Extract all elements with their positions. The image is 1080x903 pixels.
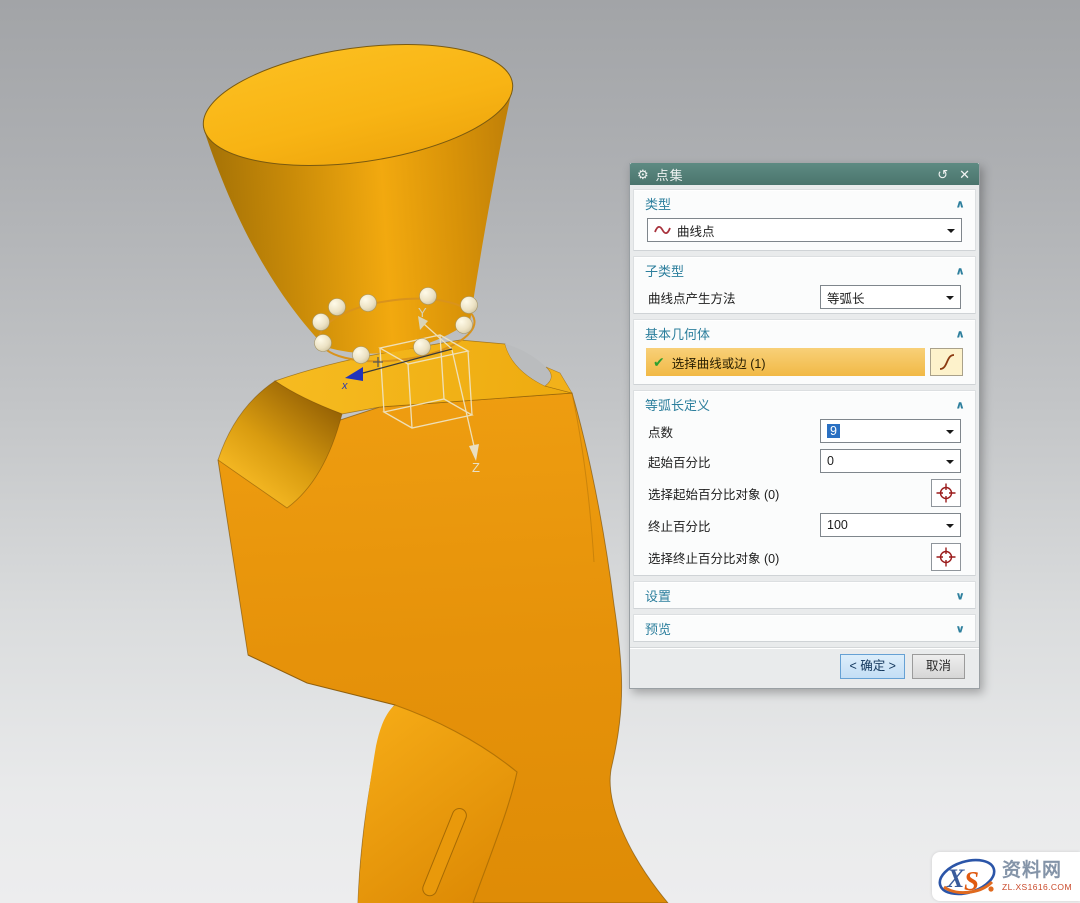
select-curve-or-edge-field[interactable]: ✔ 选择曲线或边 (1) xyxy=(646,348,925,376)
section-preview: 预览 ∨ xyxy=(633,614,976,642)
section-equal-arc-title: 等弧长定义 xyxy=(645,395,710,414)
watermark-url: ZL.XS1616.COM xyxy=(1002,882,1072,892)
watermark-site-name: 资料网 xyxy=(1002,861,1072,882)
section-subtype-title: 子类型 xyxy=(645,261,684,280)
section-equal-arc-header[interactable]: 等弧长定义 ∧ xyxy=(634,391,975,417)
point-count-input[interactable]: 9 xyxy=(820,419,961,443)
chevron-up-icon[interactable]: ∧ xyxy=(955,327,965,340)
section-type: 类型 ∧ 曲线点 xyxy=(633,189,976,251)
watermark: X S 资料网 ZL.XS1616.COM xyxy=(932,852,1080,901)
point-set-dialog: ⚙ 点集 ↺ ✕ 类型 ∧ 曲线点 子类型 ∧ 曲线点产 xyxy=(629,163,980,689)
chevron-up-icon[interactable]: ∧ xyxy=(955,264,965,277)
curve-point-method-label: 曲线点产生方法 xyxy=(648,288,736,307)
xs-logo-icon: X S xyxy=(936,854,1000,900)
chevron-up-icon[interactable]: ∧ xyxy=(955,398,965,411)
start-percent-value: 0 xyxy=(827,454,834,468)
point-crosshair-icon xyxy=(935,482,957,504)
curve-rule-button[interactable] xyxy=(930,348,963,376)
dialog-menu-gear-icon[interactable]: ⚙ xyxy=(637,168,649,181)
start-percent-label: 起始百分比 xyxy=(648,452,711,471)
curve-point-marker xyxy=(414,339,431,356)
curve-point-icon xyxy=(654,224,672,236)
section-type-header[interactable]: 类型 ∧ xyxy=(634,190,975,216)
select-start-percent-object-label: 选择起始百分比对象 (0) xyxy=(648,484,779,503)
section-subtype: 子类型 ∧ 曲线点产生方法 等弧长 xyxy=(633,256,976,314)
select-end-percent-object-label: 选择终止百分比对象 (0) xyxy=(648,548,779,567)
point-crosshair-icon xyxy=(935,546,957,568)
point-count-value: 9 xyxy=(827,424,840,438)
curve-point-marker xyxy=(353,347,370,364)
select-start-percent-object-button[interactable] xyxy=(931,479,961,507)
axis-label-z: Z xyxy=(472,460,480,475)
curve-point-marker xyxy=(461,297,478,314)
svg-text:S: S xyxy=(964,866,979,896)
curve-point-method-value: 等弧长 xyxy=(827,288,865,307)
dialog-title: 点集 xyxy=(656,165,929,184)
curve-point-marker xyxy=(329,299,346,316)
section-preview-title: 预览 xyxy=(645,619,671,638)
type-dropdown[interactable]: 曲线点 xyxy=(647,218,962,242)
curve-point-marker xyxy=(420,288,437,305)
reset-icon[interactable]: ↺ xyxy=(935,168,950,181)
point-count-label: 点数 xyxy=(648,422,673,441)
axis-label-y: Y xyxy=(418,305,427,320)
axis-label-x: x xyxy=(341,380,348,392)
close-icon[interactable]: ✕ xyxy=(957,168,972,181)
section-base-geometry-title: 基本几何体 xyxy=(645,324,710,343)
section-settings-title: 设置 xyxy=(645,586,671,605)
section-type-title: 类型 xyxy=(645,194,671,213)
chevron-up-icon[interactable]: ∧ xyxy=(955,197,965,210)
start-percent-input[interactable]: 0 xyxy=(820,449,961,473)
select-end-percent-object-button[interactable] xyxy=(931,543,961,571)
end-percent-input[interactable]: 100 xyxy=(820,513,961,537)
curve-point-marker xyxy=(360,295,377,312)
section-settings-header[interactable]: 设置 ∨ xyxy=(634,582,975,608)
end-percent-value: 100 xyxy=(827,518,848,532)
curve-point-marker xyxy=(313,314,330,331)
select-curve-or-edge-label: 选择曲线或边 (1) xyxy=(672,353,766,372)
cancel-button[interactable]: 取消 xyxy=(912,654,965,679)
check-icon: ✔ xyxy=(653,354,665,371)
dialog-titlebar[interactable]: ⚙ 点集 ↺ ✕ xyxy=(630,163,979,185)
section-equal-arc: 等弧长定义 ∧ 点数 9 起始百分比 0 选择起始百分比对象 (0) xyxy=(633,390,976,576)
dialog-button-bar: < 确定 > 取消 xyxy=(630,647,979,688)
curve-icon xyxy=(937,352,957,372)
section-base-geometry-header[interactable]: 基本几何体 ∧ xyxy=(634,320,975,346)
curve-point-marker xyxy=(315,335,332,352)
svg-text:X: X xyxy=(946,864,965,893)
section-base-geometry: 基本几何体 ∧ ✔ 选择曲线或边 (1) xyxy=(633,319,976,385)
type-dropdown-value: 曲线点 xyxy=(677,221,715,240)
section-preview-header[interactable]: 预览 ∨ xyxy=(634,615,975,641)
section-subtype-header[interactable]: 子类型 ∧ xyxy=(634,257,975,283)
section-settings: 设置 ∨ xyxy=(633,581,976,609)
dialog-body: 类型 ∧ 曲线点 子类型 ∧ 曲线点产生方法 等弧长 xyxy=(630,185,979,642)
curve-point-marker xyxy=(456,317,473,334)
ok-button[interactable]: < 确定 > xyxy=(840,654,905,679)
end-percent-label: 终止百分比 xyxy=(648,516,711,535)
model-hook-body[interactable] xyxy=(196,27,668,903)
curve-point-method-dropdown[interactable]: 等弧长 xyxy=(820,285,961,309)
chevron-down-icon[interactable]: ∨ xyxy=(955,622,965,635)
chevron-down-icon[interactable]: ∨ xyxy=(955,589,965,602)
